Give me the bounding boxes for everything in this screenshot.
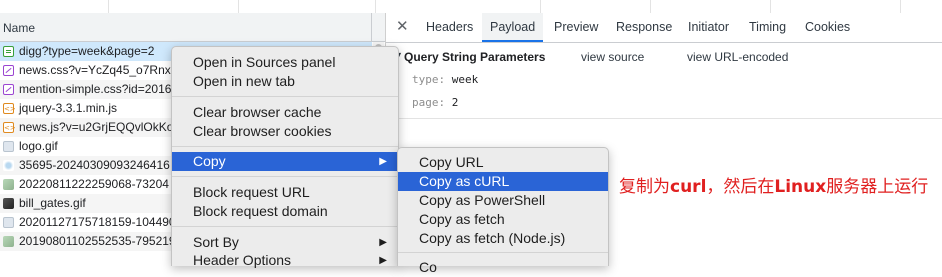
strip-divider	[238, 0, 239, 13]
request-name: 35695-20240309093246416	[19, 158, 170, 172]
menu-item-label: Clear browser cookies	[193, 123, 332, 139]
menu-separator	[172, 146, 398, 147]
menu-item-label: Copy as cURL	[419, 173, 510, 189]
menu-item-label: Sort By	[193, 234, 239, 250]
strip-divider	[770, 0, 771, 13]
tab-headers[interactable]: Headers	[418, 13, 481, 42]
annotation-part: ，然后在	[706, 177, 775, 197]
submenu-item-copy-as-curl[interactable]: Copy as cURL	[398, 172, 608, 191]
strip-divider	[375, 0, 376, 13]
script-icon	[3, 119, 16, 137]
menu-item-label: Copy as PowerShell	[419, 192, 546, 208]
tab-timing[interactable]: Timing	[741, 13, 794, 42]
submenu-arrow-icon: ▶	[379, 237, 387, 248]
view-url-encoded-link[interactable]: view URL-encoded	[687, 50, 788, 64]
tab-response[interactable]: Response	[608, 13, 680, 42]
annotation-text: 复制为curl，然后在Linux服务器上运行	[619, 173, 939, 201]
strip-divider	[540, 0, 541, 13]
context-menu: Open in Sources panel Open in new tab Cl…	[171, 46, 399, 268]
menu-item-label: Copy	[193, 153, 226, 169]
param-value: 2	[451, 96, 459, 109]
annotation-part: curl	[670, 177, 707, 197]
menu-separator	[172, 226, 398, 227]
param-key: page:	[412, 96, 446, 109]
menu-item-label: Copy as fetch (Node.js)	[419, 230, 566, 246]
menu-item-label: Open in new tab	[193, 73, 295, 89]
request-name: logo.gif	[19, 139, 58, 153]
request-name: 20220811222259068-73204	[19, 177, 169, 191]
tab-initiator[interactable]: Initiator	[680, 13, 737, 42]
request-name: 20190801102552535-795219	[19, 234, 176, 248]
document-icon	[3, 46, 14, 57]
menu-separator	[172, 176, 398, 177]
menu-item-label: Header Options	[193, 252, 292, 268]
request-name: mention-simple.css?id=2016	[19, 82, 172, 96]
query-param: type: week	[412, 73, 478, 86]
query-param: page: 2	[412, 96, 458, 109]
script-icon	[3, 100, 16, 118]
menu-item-label: Copy URL	[419, 154, 484, 170]
param-value: week	[451, 73, 479, 86]
request-name: news.css?v=YcZq45_o7Rnx	[19, 63, 171, 77]
menu-item-sort-by[interactable]: Sort By ▶	[172, 233, 398, 252]
menu-item-clear-cache[interactable]: Clear browser cache	[172, 103, 398, 122]
image-icon	[3, 160, 14, 171]
menu-separator	[398, 252, 608, 253]
top-strip	[0, 0, 942, 13]
menu-item-label: Copy as fetch	[419, 211, 505, 227]
request-name: news.js?v=u2GrjEQQvlOkKo	[19, 120, 174, 134]
param-key: type:	[412, 73, 446, 86]
menu-item-label: Block request domain	[193, 203, 328, 219]
strip-divider	[900, 0, 901, 13]
menu-item-copy[interactable]: Copy ▶	[172, 152, 398, 171]
image-icon	[3, 198, 14, 209]
image-icon	[3, 141, 14, 152]
stylesheet-icon	[3, 84, 14, 95]
section-divider	[386, 118, 942, 119]
column-header-label: Name	[3, 21, 36, 35]
menu-item-label: Block request URL	[193, 184, 310, 200]
menu-separator	[172, 96, 398, 97]
menu-item-label: Open in Sources panel	[193, 54, 336, 70]
request-name: digg?type=week&page=2	[19, 44, 155, 58]
strip-divider	[650, 0, 651, 13]
submenu-item-copy-url[interactable]: Copy URL	[398, 153, 608, 172]
submenu-item-copy-as-fetch-node[interactable]: Copy as fetch (Node.js)	[398, 229, 608, 248]
menu-item-label: Clear browser cache	[193, 104, 322, 120]
menu-item-header-options[interactable]: Header Options ▶	[172, 251, 398, 270]
menu-item-label: Co	[419, 259, 437, 275]
image-icon	[3, 217, 14, 228]
menu-item-clear-cookies[interactable]: Clear browser cookies	[172, 122, 398, 141]
tab-preview[interactable]: Preview	[546, 13, 606, 42]
image-icon	[3, 179, 14, 190]
menu-item-block-url[interactable]: Block request URL	[172, 183, 398, 202]
submenu-item-copy-as-fetch[interactable]: Copy as fetch	[398, 210, 608, 229]
name-column-header[interactable]: Name	[0, 13, 385, 42]
column-divider[interactable]	[371, 13, 372, 41]
submenu-arrow-icon: ▶	[379, 156, 387, 167]
detail-tab-bar: ✕ Headers Payload Preview Response Initi…	[386, 13, 942, 43]
menu-item-block-domain[interactable]: Block request domain	[172, 202, 398, 221]
copy-submenu: Copy URL Copy as cURL Copy as PowerShell…	[397, 147, 609, 275]
image-icon	[3, 236, 14, 247]
tab-payload[interactable]: Payload	[482, 13, 544, 42]
menu-item-open-in-sources[interactable]: Open in Sources panel	[172, 53, 398, 72]
view-source-link[interactable]: view source	[581, 50, 644, 64]
request-name: bill_gates.gif	[19, 196, 86, 210]
strip-divider	[108, 0, 109, 13]
request-name: jquery-3.3.1.min.js	[19, 101, 118, 115]
submenu-item-cut-off[interactable]: Co	[398, 258, 608, 277]
menu-item-open-in-new-tab[interactable]: Open in new tab	[172, 72, 398, 91]
annotation-part: Linux	[774, 177, 827, 197]
close-icon[interactable]: ✕	[396, 19, 409, 34]
stylesheet-icon	[3, 65, 14, 76]
section-title[interactable]: Query String Parameters	[404, 50, 545, 64]
submenu-item-copy-as-powershell[interactable]: Copy as PowerShell	[398, 191, 608, 210]
tab-cookies[interactable]: Cookies	[797, 13, 858, 42]
annotation-part: 服务器上运行	[826, 177, 929, 197]
annotation-part: 复制为	[619, 177, 670, 197]
request-name: 20201127175718159-104490	[19, 215, 176, 229]
submenu-arrow-icon: ▶	[379, 255, 387, 266]
